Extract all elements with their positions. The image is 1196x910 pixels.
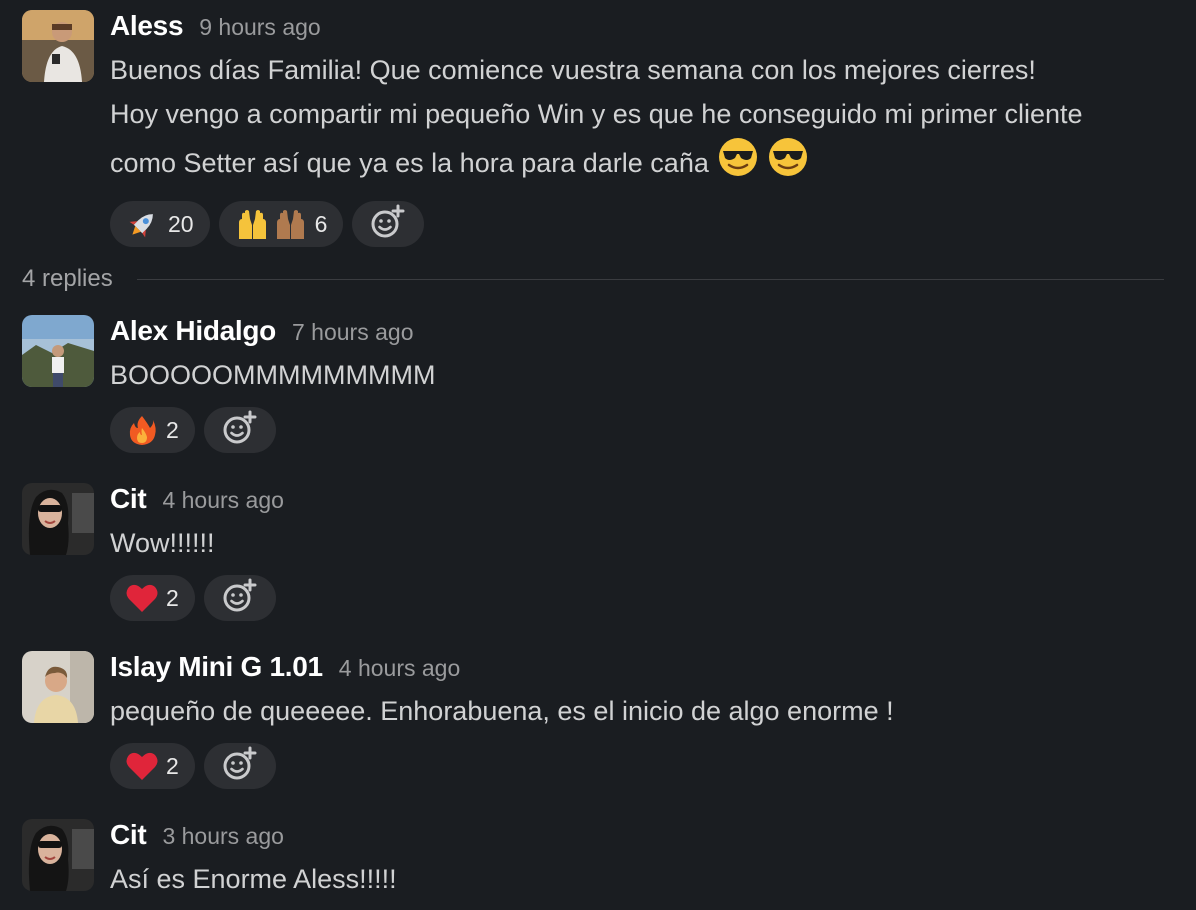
divider-line [136, 278, 1164, 280]
raised-hands-emoji [235, 207, 307, 241]
sunglasses-emoji [767, 136, 809, 191]
add-reaction-button[interactable] [203, 743, 276, 789]
message-body: Islay Mini G 1.01 4 hours ago pequeño de… [110, 651, 1196, 789]
reaction-rocket[interactable]: 20 [110, 201, 210, 247]
message-line-with-emoji: como Setter así que ya es la hora para d… [110, 136, 1196, 191]
reactions-bar: 2 [110, 743, 1196, 789]
message-text: Así es Enorme Aless!!!!! [110, 857, 1196, 901]
message-line: pequeño de queeeee. Enhorabuena, es el i… [110, 696, 894, 726]
message-body: Cit 4 hours ago Wow!!!!!! 2 [110, 483, 1196, 621]
message-line: Así es Enorme Aless!!!!! [110, 864, 397, 894]
timestamp[interactable]: 4 hours ago [339, 655, 460, 682]
timestamp[interactable]: 3 hours ago [162, 823, 283, 850]
message-line: Buenos días Familia! Que comience vuestr… [110, 55, 1036, 85]
message-header: Islay Mini G 1.01 4 hours ago [110, 651, 1196, 685]
add-reaction-button[interactable] [352, 201, 425, 247]
avatar[interactable] [22, 10, 94, 82]
add-reaction-button[interactable] [203, 407, 276, 453]
red-heart-emoji [126, 751, 158, 781]
reaction-heart[interactable]: 2 [110, 743, 195, 789]
reaction-count: 2 [166, 416, 179, 443]
add-reaction-button[interactable] [203, 575, 276, 621]
red-heart-emoji [126, 583, 158, 613]
reactions-bar: 2 [110, 575, 1196, 621]
message-header: Cit 4 hours ago [110, 483, 1196, 517]
avatar[interactable] [22, 483, 94, 555]
fire-emoji [126, 414, 158, 446]
author-name[interactable]: Aless [110, 10, 184, 42]
message-line: BOOOOOMMMMMMMMM [110, 360, 436, 390]
message-text: pequeño de queeeee. Enhorabuena, es el i… [110, 689, 1196, 733]
message-body: Alex Hidalgo 7 hours ago BOOOOOMMMMMMMMM… [110, 315, 1196, 453]
avatar[interactable] [22, 315, 94, 387]
reaction-count: 6 [314, 210, 328, 237]
message-text: Buenos días Familia! Que comience vuestr… [110, 48, 1196, 191]
message-thread: Aless 9 hours ago Buenos días Familia! Q… [0, 0, 1196, 910]
reaction-count: 20 [168, 210, 194, 237]
avatar[interactable] [22, 819, 94, 891]
message-body: Aless 9 hours ago Buenos días Familia! Q… [110, 10, 1196, 247]
message-header: Cit 3 hours ago [110, 819, 1196, 853]
replies-divider: 4 replies [22, 262, 1164, 296]
timestamp[interactable]: 9 hours ago [199, 14, 320, 41]
reactions-bar: 20 6 [110, 201, 1196, 247]
message-text: BOOOOOMMMMMMMMM [110, 353, 1196, 397]
reaction-heart[interactable]: 2 [110, 575, 195, 621]
author-name[interactable]: Cit [110, 483, 147, 515]
rocket-emoji [126, 207, 160, 241]
author-name[interactable]: Cit [110, 819, 147, 851]
add-reaction-icon [222, 410, 258, 451]
message-header: Alex Hidalgo 7 hours ago [110, 315, 1196, 349]
reaction-fire[interactable]: 2 [110, 407, 195, 453]
sunglasses-emoji [717, 136, 759, 191]
reaction-count: 2 [166, 584, 179, 611]
message-line: como Setter así que ya es la hora para d… [110, 148, 709, 178]
timestamp[interactable]: 4 hours ago [162, 487, 283, 514]
add-reaction-icon [222, 578, 258, 619]
replies-count: 4 replies [22, 265, 113, 292]
message-line: Hoy vengo a compartir mi pequeño Win y e… [110, 99, 1083, 129]
add-reaction-icon [222, 746, 258, 787]
timestamp[interactable]: 7 hours ago [292, 319, 413, 346]
avatar[interactable] [22, 651, 94, 723]
reaction-raised-hands[interactable]: 6 [218, 201, 344, 247]
reaction-count: 2 [166, 752, 179, 779]
add-reaction-icon [370, 204, 406, 245]
author-name[interactable]: Alex Hidalgo [110, 315, 276, 347]
message-line: Wow!!!!!! [110, 528, 215, 558]
reactions-bar: 2 [110, 407, 1196, 453]
message-text: Wow!!!!!! [110, 521, 1196, 565]
author-name[interactable]: Islay Mini G 1.01 [110, 651, 323, 683]
message-body: Cit 3 hours ago Así es Enorme Aless!!!!! [110, 819, 1196, 901]
message-header: Aless 9 hours ago [110, 10, 1196, 44]
